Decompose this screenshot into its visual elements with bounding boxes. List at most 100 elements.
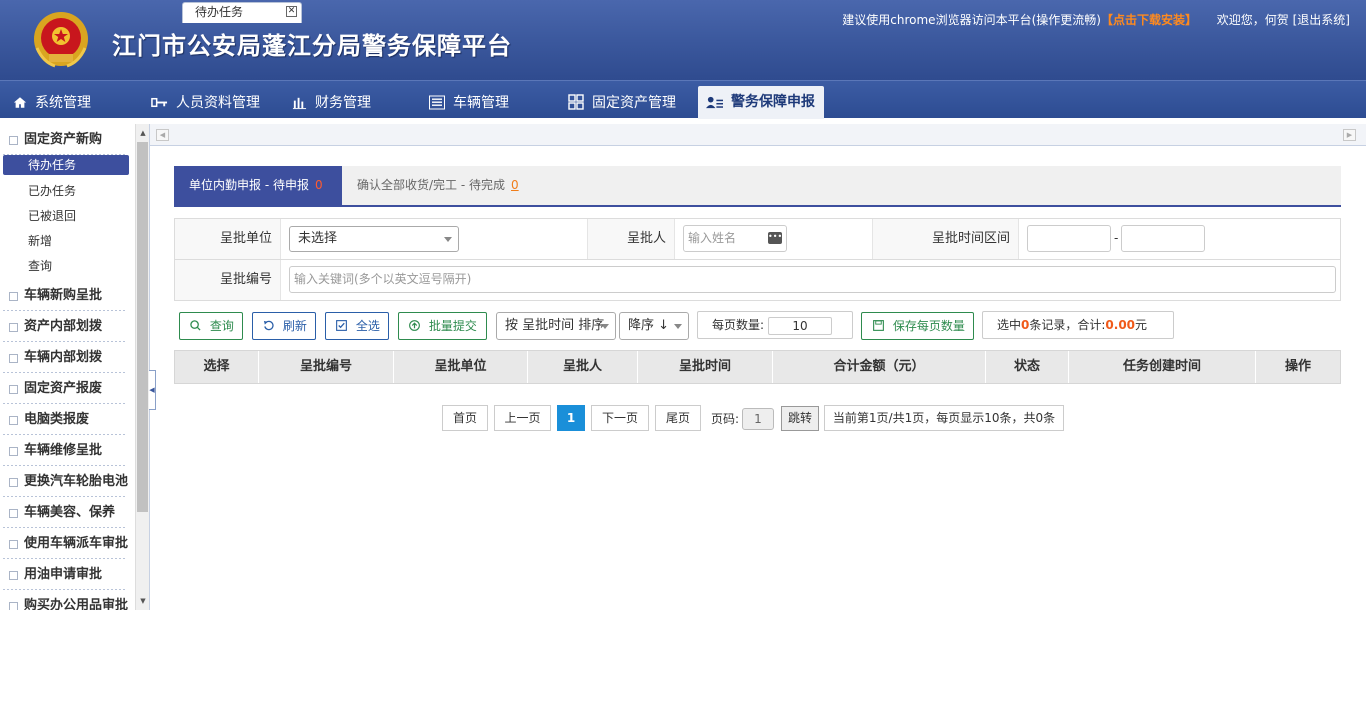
pager-first[interactable]: 首页 <box>442 405 488 431</box>
sidebar-section[interactable]: 使用车辆派车审批 <box>0 528 135 559</box>
sidebar-section[interactable]: 电脑类报废 <box>0 404 135 435</box>
sidebar-item-done[interactable]: 已办任务 <box>0 180 135 205</box>
nav-police-support[interactable]: 警务保障申报 <box>698 86 824 119</box>
tab-scroll-left-icon[interactable]: ◀ <box>156 129 169 141</box>
pager-current-page[interactable]: 1 <box>557 405 585 431</box>
pager-go-button[interactable]: 跳转 <box>781 406 820 431</box>
logout-link[interactable]: [退出系统] <box>1293 13 1350 27</box>
site-title: 江门市公安局蓬江分局警务保障平台 <box>112 32 512 60</box>
sidebar-section[interactable]: 固定资产报废 <box>0 373 135 404</box>
tab-scroll-right-icon[interactable]: ▶ <box>1343 129 1356 141</box>
sidebar-section[interactable]: 用油申请审批 <box>0 559 135 590</box>
key-icon <box>151 97 168 107</box>
nav-system[interactable]: 系统管理 <box>13 92 91 112</box>
selection-summary: 选中0条记录，合计:0.00元 <box>982 311 1174 339</box>
column-header[interactable]: 呈批时间 <box>638 351 773 383</box>
sidebar-section[interactable]: 车辆内部划拨 <box>0 342 135 373</box>
column-header[interactable]: 呈批单位 <box>394 351 528 383</box>
pager-page-input[interactable]: 1 <box>742 408 774 430</box>
column-header[interactable]: 状态 <box>986 351 1069 383</box>
pager-page-label: 页码: <box>711 412 740 426</box>
more-dots-icon[interactable]: ••• <box>768 232 782 244</box>
sidebar-divider <box>149 124 150 610</box>
sidebar-item-returned[interactable]: 已被退回 <box>0 205 135 230</box>
sidebar-section[interactable]: 更换汽车轮胎电池 <box>0 466 135 497</box>
refresh-icon <box>263 319 278 333</box>
sidebar-section-fixed-asset-purchase[interactable]: 固定资产新购 <box>0 124 135 155</box>
save-page-size-button[interactable]: 保存每页数量 <box>861 312 974 340</box>
welcome-text: 欢迎您，何贺 <box>1216 13 1289 27</box>
pending-count: 0 <box>314 178 323 192</box>
filter-row: 呈批编号 输入关键词(多个以英文逗号隔开) <box>175 260 1340 301</box>
save-icon <box>873 319 888 333</box>
nav-vehicle[interactable]: 车辆管理 <box>429 92 509 112</box>
complete-count: 0 <box>511 178 519 192</box>
checkbox-icon <box>336 319 351 333</box>
query-button[interactable]: 查询 <box>179 312 243 340</box>
person-input[interactable]: 输入姓名 ••• <box>683 225 787 252</box>
sidebar-item-query[interactable]: 查询 <box>0 255 135 280</box>
unit-select[interactable]: 未选择 <box>289 226 459 252</box>
search-icon <box>190 319 205 333</box>
sidebar-section[interactable]: 车辆维修呈批 <box>0 435 135 466</box>
sort-order-select[interactable]: 降序 ↓ <box>619 312 689 340</box>
upload-icon <box>409 319 424 333</box>
tab-todo[interactable]: 待办任务 ✕ <box>182 2 302 23</box>
chevron-down-icon <box>674 324 682 329</box>
column-header[interactable]: 任务创建时间 <box>1069 351 1256 383</box>
nav-personnel[interactable]: 人员资料管理 <box>151 92 260 112</box>
batch-submit-button[interactable]: 批量提交 <box>398 312 487 340</box>
sidebar-item-todo[interactable]: 待办任务 <box>3 155 129 175</box>
column-header[interactable]: 合计金额（元） <box>773 351 986 383</box>
grid-icon <box>568 94 584 110</box>
unit-cell: 未选择 <box>281 219 588 259</box>
number-cell: 输入关键词(多个以英文逗号隔开) <box>281 260 1340 300</box>
time-range-cell: - <box>1019 219 1340 259</box>
header-right: 建议使用chrome浏览器访问本平台(操作更流畅)【点击下载安装】 欢迎您，何贺… <box>842 11 1350 28</box>
list-icon <box>429 95 445 109</box>
scroll-thumb[interactable] <box>137 142 148 512</box>
home-icon <box>13 96 27 108</box>
sidebar-section[interactable]: 购买办公用品审批 <box>0 590 135 610</box>
time-end-input[interactable] <box>1121 225 1205 252</box>
pager-next[interactable]: 下一页 <box>591 405 649 431</box>
nav-fixed-assets[interactable]: 固定资产管理 <box>568 92 676 112</box>
pager-last[interactable]: 尾页 <box>655 405 701 431</box>
column-header: 选择 <box>175 351 259 383</box>
number-label: 呈批编号 <box>175 260 281 300</box>
pager-summary: 当前第1页/共1页，每页显示10条，共0条 <box>824 405 1064 431</box>
time-start-input[interactable] <box>1027 225 1111 252</box>
tab-strip: ◀ ▶ <box>150 124 1366 146</box>
scroll-up-arrow-icon[interactable]: ▲ <box>136 126 150 140</box>
sidebar: 固定资产新购 待办任务 已办任务 已被退回 新增 查询 车辆新购呈批 资产内部划… <box>0 124 135 610</box>
page-size-input[interactable]: 10 <box>768 316 833 335</box>
page-size-box: 每页数量: 10 <box>697 311 853 339</box>
filter-form: 呈批单位 未选择 呈批人 输入姓名 ••• 呈批时间区间 - 呈批编号 输入关键… <box>174 218 1341 301</box>
sort-field-select[interactable]: 按 呈批时间 排序 <box>496 312 616 340</box>
sidebar-section[interactable]: 资产内部划拨 <box>0 311 135 342</box>
number-search-input[interactable]: 输入关键词(多个以英文逗号隔开) <box>289 266 1336 293</box>
nav-finance[interactable]: 财务管理 <box>292 92 371 112</box>
subtab-pending-complete[interactable]: 确认全部收货/完工 - 待完成 0 <box>357 166 519 205</box>
status-subtabs: 单位内勤申报 - 待申报 0 确认全部收货/完工 - 待完成 0 <box>174 166 1341 207</box>
sidebar-section[interactable]: 车辆新购呈批 <box>0 280 135 311</box>
refresh-button[interactable]: 刷新 <box>252 312 316 340</box>
sidebar-section[interactable]: 车辆美容、保养 <box>0 497 135 528</box>
column-header[interactable]: 呈批人 <box>528 351 638 383</box>
pager-prev[interactable]: 上一页 <box>494 405 551 431</box>
close-icon[interactable]: ✕ <box>286 6 297 17</box>
scroll-down-arrow-icon[interactable]: ▼ <box>136 594 150 608</box>
main-nav: 系统管理 人员资料管理 财务管理 车辆管理 固定资产管理 警务保障申报 <box>0 80 1366 119</box>
sidebar-item-new[interactable]: 新增 <box>0 230 135 255</box>
sidebar-collapse-icon[interactable]: ◀ <box>149 370 156 410</box>
download-link[interactable]: 【点击下载安装】 <box>1101 13 1197 27</box>
chevron-down-icon <box>601 324 609 329</box>
subtab-pending-report[interactable]: 单位内勤申报 - 待申报 0 <box>174 166 342 205</box>
person-cell: 输入姓名 ••• <box>675 219 873 259</box>
select-all-button[interactable]: 全选 <box>325 312 389 340</box>
browser-tip: 建议使用chrome浏览器访问本平台(操作更流畅) <box>842 13 1101 27</box>
column-header[interactable]: 呈批编号 <box>259 351 394 383</box>
selected-total: 0.00 <box>1105 318 1136 332</box>
tab-label: 待办任务 <box>195 5 244 19</box>
sidebar-scrollbar[interactable]: ▲ ▼ <box>135 124 149 610</box>
